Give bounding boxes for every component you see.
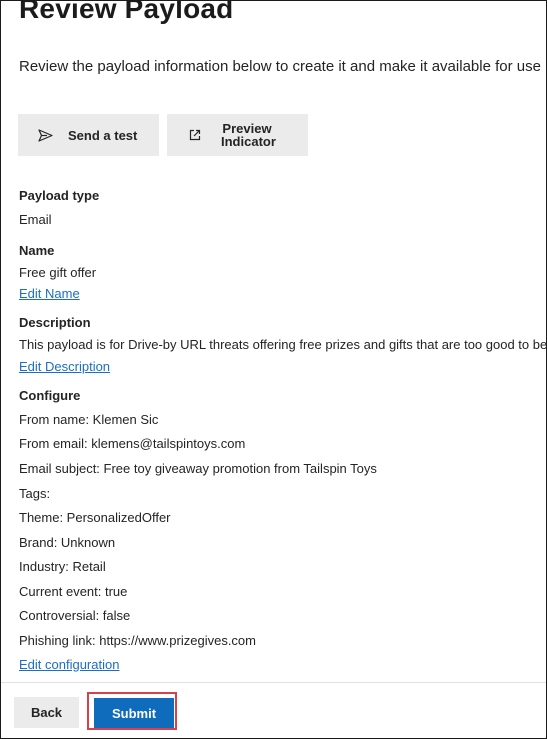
back-button[interactable]: Back (14, 697, 79, 728)
config-email-subject: Email subject: Free toy giveaway promoti… (19, 461, 377, 476)
page-subtitle: Review the payload information below to … (19, 58, 546, 75)
submit-button[interactable]: Submit (94, 698, 174, 728)
send-test-button[interactable]: Send a test (18, 114, 159, 156)
config-phishing-link: Phishing link: https://www.prizegives.co… (19, 633, 256, 648)
send-icon (37, 127, 53, 143)
edit-description-link[interactable]: Edit Description (19, 359, 110, 374)
config-tags: Tags: (19, 486, 51, 501)
review-content: Review Payload Review the payload inform… (1, 1, 546, 681)
description-label: Description (19, 315, 91, 330)
open-external-icon (187, 127, 203, 143)
preview-indicator-label: Preview Indicator (221, 121, 276, 149)
page-title: Review Payload (19, 1, 234, 24)
send-test-label: Send a test (68, 127, 138, 143)
preview-indicator-button[interactable]: Preview Indicator (167, 114, 308, 156)
edit-name-link[interactable]: Edit Name (19, 286, 80, 301)
config-controversial: Controversial: false (19, 608, 131, 623)
name-value: Free gift offer (19, 265, 97, 280)
config-brand: Brand: Unknown (19, 535, 116, 550)
edit-configuration-link[interactable]: Edit configuration (19, 657, 119, 672)
payload-type-value: Email (19, 212, 52, 227)
description-value: This payload is for Drive-by URL threats… (19, 337, 546, 352)
config-industry: Industry: Retail (19, 559, 106, 574)
config-from-email: From email: klemens@tailspintoys.com (19, 436, 246, 451)
config-current-event: Current event: true (19, 584, 128, 599)
configure-label: Configure (19, 388, 81, 403)
review-payload-panel: Review Payload Review the payload inform… (0, 0, 547, 739)
name-label: Name (19, 243, 55, 258)
payload-type-label: Payload type (19, 188, 100, 203)
config-from-name: From name: Klemen Sic (19, 412, 159, 427)
footer-divider (1, 682, 546, 683)
config-theme: Theme: PersonalizedOffer (19, 510, 171, 525)
